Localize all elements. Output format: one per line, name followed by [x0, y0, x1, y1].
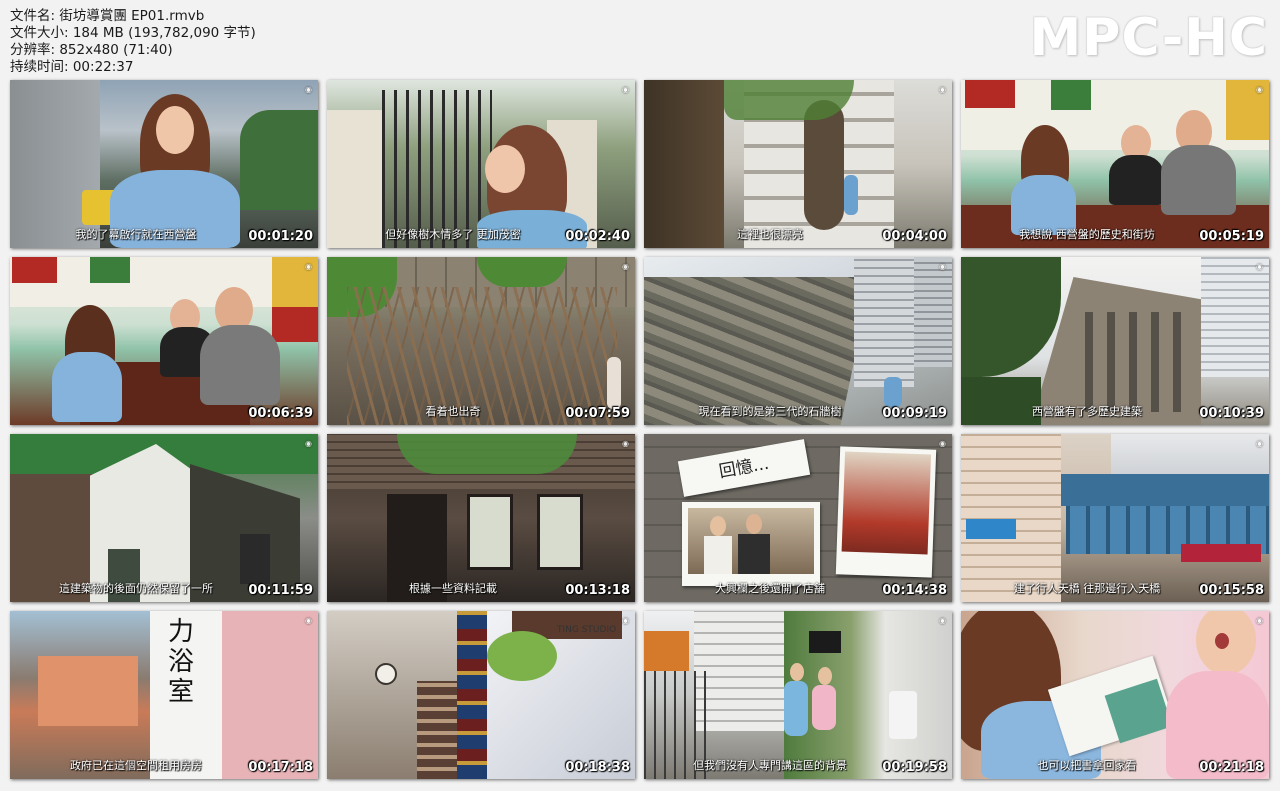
tvb-watermark-icon: ◉ — [1256, 616, 1263, 625]
thumbnail-timestamp: 00:10:39 — [1199, 406, 1264, 421]
thumbnail-timestamp: 00:17:18 — [248, 760, 313, 775]
thumbnail-timestamp: 00:02:40 — [565, 229, 630, 244]
thumbnail-14[interactable]: TING STUDIO ◉ 00:18:38 — [327, 611, 635, 779]
thumbnail-3[interactable]: ◉ 這裡也很漂亮 00:04:00 — [644, 80, 952, 248]
tvb-watermark-icon: ◉ — [1256, 439, 1263, 448]
thumbnail-13[interactable]: 力浴室 ◉ 政府已在這個空間租用房房 00:17:18 — [10, 611, 318, 779]
thumbnail-2[interactable]: ◉ 但好像樹木情多了 更加茂密 00:02:40 — [327, 80, 635, 248]
tvb-watermark-icon: ◉ — [622, 439, 629, 448]
thumbnail-timestamp: 00:18:38 — [565, 760, 630, 775]
duration-text: 持续时间: 00:22:37 — [10, 59, 134, 75]
photo-card — [835, 446, 937, 578]
thumbnail-timestamp: 00:07:59 — [565, 406, 630, 421]
file-name-text: 文件名: 街坊導賞團 EP01.rmvb — [10, 8, 205, 24]
thumbnail-10[interactable]: ◉ 根據一些資料記載 00:13:18 — [327, 434, 635, 602]
thumbnail-timestamp: 00:11:59 — [248, 583, 313, 598]
thumbnail-7[interactable]: ◉ 現在看到的是第三代的石牆樹 00:09:19 — [644, 257, 952, 425]
tvb-watermark-icon: ◉ — [1256, 85, 1263, 94]
thumbnail-timestamp: 00:21:18 — [1199, 760, 1264, 775]
thumbnail-5[interactable]: ◉ 00:06:39 — [10, 257, 318, 425]
tvb-watermark-icon: ◉ — [939, 262, 946, 271]
thumbnail-timestamp: 00:09:19 — [882, 406, 947, 421]
thumbnail-1[interactable]: ◉ 我的了幕啟行就在西營盤 00:01:20 — [10, 80, 318, 248]
thumbnail-timestamp: 00:05:19 — [1199, 229, 1264, 244]
file-size-text: 文件大小: 184 MB (193,782,090 字节) — [10, 25, 256, 41]
tvb-watermark-icon: ◉ — [939, 85, 946, 94]
thumbnail-8[interactable]: ◉ 西營盤有了多歷史建築 00:10:39 — [961, 257, 1269, 425]
tvb-watermark-icon: ◉ — [939, 439, 946, 448]
tvb-watermark-icon: ◉ — [305, 85, 312, 94]
thumbnail-15[interactable]: ◉ 但我們沒有人專門講這區的背景 00:19:58 — [644, 611, 952, 779]
thumbnail-timestamp: 00:13:18 — [565, 583, 630, 598]
tvb-watermark-icon: ◉ — [1256, 262, 1263, 271]
thumbnail-11[interactable]: 回憶... ◉ 大興欄之後還開了店舗 00:14:38 — [644, 434, 952, 602]
resolution-text: 分辨率: 852x480 (71:40) — [10, 42, 173, 58]
tvb-watermark-icon: ◉ — [622, 616, 629, 625]
tvb-watermark-icon: ◉ — [305, 616, 312, 625]
tvb-watermark-icon: ◉ — [305, 262, 312, 271]
photo-card — [682, 502, 820, 586]
thumbnail-timestamp: 00:19:58 — [882, 760, 947, 775]
tvb-watermark-icon: ◉ — [622, 262, 629, 271]
note-text: 回憶... — [717, 453, 771, 483]
thumbnail-16[interactable]: ◉ 也可以把書拿回家看 00:21:18 — [961, 611, 1269, 779]
thumbnail-9[interactable]: ◉ 這建築物的後面仍然保留了一所 00:11:59 — [10, 434, 318, 602]
thumbnail-timestamp: 00:06:39 — [248, 406, 313, 421]
thumbnail-timestamp: 00:15:58 — [1199, 583, 1264, 598]
thumbnail-4[interactable]: ◉ 我想說 西營盤的歷史和街坊 00:05:19 — [961, 80, 1269, 248]
tvb-watermark-icon: ◉ — [622, 85, 629, 94]
shop-sign: TING STUDIO — [557, 625, 617, 635]
thumbnail-6[interactable]: ◉ 看着也出奇 00:07:59 — [327, 257, 635, 425]
thumbnail-timestamp: 00:04:00 — [882, 229, 947, 244]
thumbnail-timestamp: 00:01:20 — [248, 229, 313, 244]
mpc-hc-logo: MPC-HC — [1029, 8, 1268, 68]
thumbnail-12[interactable]: ◉ 建了行人天橋 往那邊行入天橋 00:15:58 — [961, 434, 1269, 602]
tvb-watermark-icon: ◉ — [939, 616, 946, 625]
tvb-watermark-icon: ◉ — [305, 439, 312, 448]
file-info-panel: 文件名: 街坊導賞團 EP01.rmvb 文件大小: 184 MB (193,7… — [10, 8, 256, 76]
thumbnail-timestamp: 00:14:38 — [882, 583, 947, 598]
